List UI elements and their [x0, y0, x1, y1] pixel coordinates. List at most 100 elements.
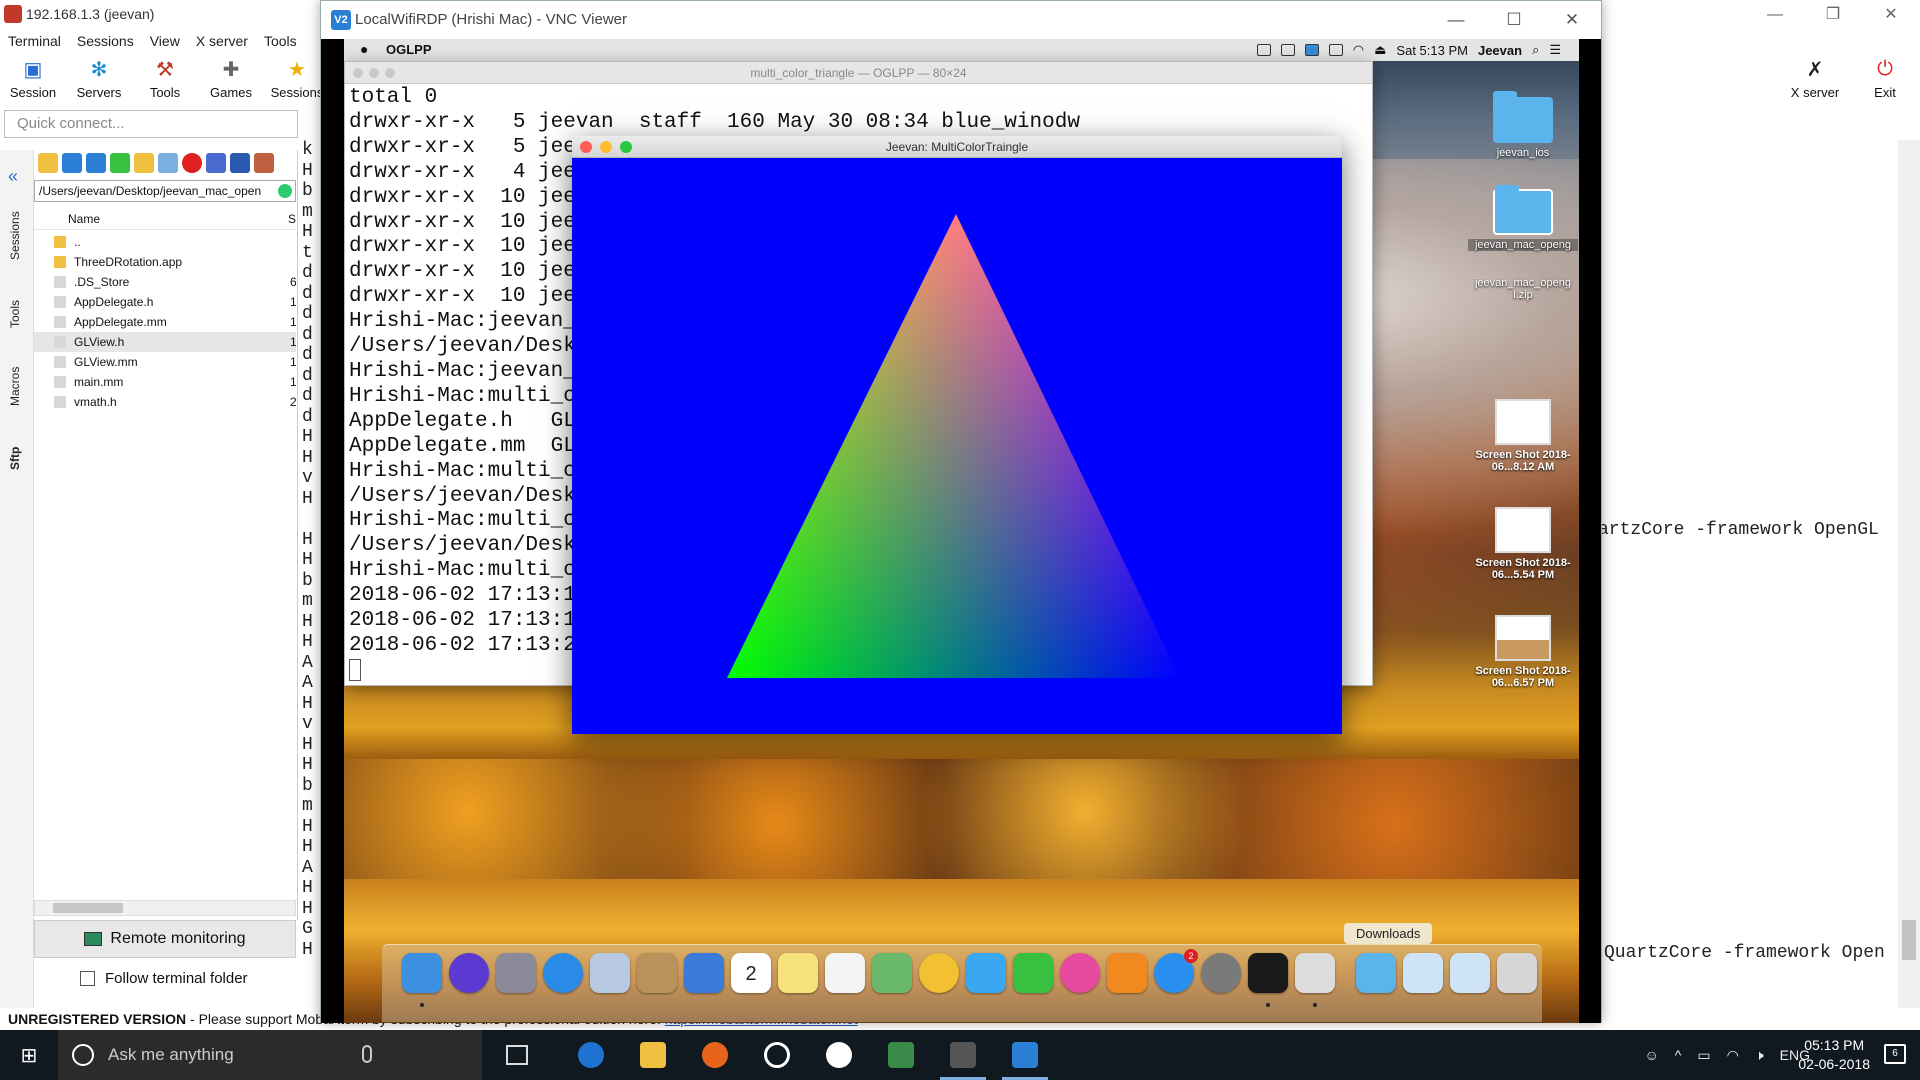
download-icon[interactable] — [62, 153, 82, 173]
calendar-icon[interactable]: 2 — [731, 953, 771, 993]
menu-x-server[interactable]: X server — [188, 30, 256, 52]
maximize-button[interactable]: ❐ — [1804, 0, 1862, 30]
servers-button[interactable]: ✻ Servers — [66, 54, 132, 106]
upload-icon[interactable] — [86, 153, 106, 173]
new-file-icon[interactable] — [158, 153, 178, 173]
tab-tools[interactable]: Tools — [8, 300, 22, 328]
vnc-maximize-button[interactable]: ☐ — [1485, 1, 1543, 39]
terminal-vertical-scrollbar[interactable] — [1898, 140, 1920, 1012]
unknown-app-icon[interactable] — [1295, 953, 1335, 1007]
siri-icon[interactable] — [449, 953, 489, 993]
file-row[interactable]: main.mm 1 — [34, 372, 297, 392]
desktop-folder-jeevan-mac[interactable]: jeevan_mac_openg — [1468, 185, 1578, 251]
wifi-tray-icon[interactable]: ◠ — [1727, 1047, 1739, 1064]
desktop-folder-jeevan-ios[interactable]: jeevan_ios — [1468, 91, 1578, 159]
vnc-close-button[interactable]: ✕ — [1543, 1, 1601, 39]
minimize-button[interactable]: — — [1746, 0, 1804, 30]
taskbar-app-ring[interactable] — [746, 1030, 808, 1080]
taskbar-mobaxterm[interactable] — [932, 1030, 994, 1080]
desktop-screenshot-2[interactable]: Screen Shot 2018-06...5.54 PM — [1468, 507, 1578, 581]
remote-monitoring-button[interactable]: Remote monitoring — [34, 920, 296, 958]
microphone-icon[interactable] — [362, 1045, 372, 1063]
follow-folder-checkbox[interactable] — [80, 971, 95, 986]
horizontal-scrollbar[interactable] — [34, 900, 296, 916]
wifi-icon[interactable]: ◠ — [1353, 42, 1364, 58]
vnc-minimize-button[interactable]: — — [1427, 1, 1485, 39]
action-center-icon[interactable]: 6 — [1884, 1044, 1906, 1064]
documents-stack-icon[interactable] — [1403, 953, 1443, 993]
taskbar-app-chart[interactable] — [870, 1030, 932, 1080]
file-row[interactable]: vmath.h 2 — [34, 392, 297, 412]
refresh-icon[interactable] — [110, 153, 130, 173]
menu-sessions[interactable]: Sessions — [69, 30, 142, 52]
itunes-icon[interactable] — [1060, 953, 1100, 993]
rename-icon[interactable] — [206, 153, 226, 173]
edit-icon[interactable] — [254, 153, 274, 173]
messages-icon[interactable] — [966, 953, 1006, 993]
file-row[interactable]: .DS_Store 6 — [34, 272, 297, 292]
menu-terminal[interactable]: Terminal — [0, 30, 69, 52]
menu-view[interactable]: View — [142, 30, 188, 52]
taskbar-vnc-viewer[interactable] — [994, 1030, 1056, 1080]
show-hidden-icons-icon[interactable]: ^ — [1675, 1047, 1682, 1063]
reminders-icon[interactable] — [825, 953, 865, 993]
column-size[interactable]: S — [288, 212, 296, 226]
remote-mac-desktop[interactable]: ● OGLPP ◠ ⏏ Sat 5:13 PM Jeevan ⌕ ☰ multi… — [344, 39, 1579, 1023]
games-button[interactable]: ✚ Games — [198, 54, 264, 106]
follow-terminal-folder[interactable]: Follow terminal folder — [80, 970, 248, 987]
mac-app-name[interactable]: OGLPP — [386, 42, 432, 57]
quick-connect-input[interactable]: Quick connect... — [4, 110, 298, 138]
vnc-status-icon[interactable] — [1304, 44, 1319, 56]
taskbar-firefox[interactable] — [684, 1030, 746, 1080]
delete-icon[interactable] — [182, 153, 202, 173]
properties-icon[interactable] — [230, 153, 250, 173]
terminal-icon[interactable] — [1248, 953, 1288, 1007]
launchpad-icon[interactable] — [496, 953, 536, 993]
exit-button[interactable]: ⏻ Exit — [1850, 54, 1920, 106]
tools-button[interactable]: ⚒ Tools — [132, 54, 198, 106]
desktop-screenshot-1[interactable]: Screen Shot 2018-06...8.12 AM — [1468, 399, 1578, 473]
folder-up-icon[interactable] — [38, 153, 58, 173]
file-row[interactable]: .. — [34, 232, 296, 252]
menu-tools[interactable]: Tools — [256, 30, 305, 52]
downloads-folder-icon[interactable] — [1356, 953, 1396, 993]
session-button[interactable]: ▣ Session — [0, 54, 66, 106]
notes-icon[interactable] — [778, 953, 818, 993]
x-server-button[interactable]: ✗ X server — [1780, 54, 1850, 106]
safari-icon[interactable] — [543, 953, 583, 993]
taskbar-slack[interactable] — [808, 1030, 870, 1080]
cortana-search-box[interactable]: Ask me anything — [58, 1030, 482, 1080]
file-row[interactable]: GLView.h 1 — [34, 332, 297, 352]
desktop-zip-jeevan-mac[interactable]: jeevan_mac_openg l.zip — [1468, 277, 1578, 301]
app-store-icon[interactable]: 2 — [1154, 949, 1198, 993]
ibooks-icon[interactable] — [1107, 953, 1147, 993]
display-icon[interactable] — [1328, 44, 1343, 56]
new-folder-icon[interactable] — [134, 153, 154, 173]
maps-icon[interactable] — [872, 953, 912, 993]
extension-icon[interactable] — [1280, 44, 1295, 56]
apple-menu-icon[interactable]: ● — [360, 41, 368, 57]
contacts-icon[interactable] — [637, 953, 677, 993]
tab-sessions[interactable]: Sessions — [8, 211, 22, 260]
tab-sftp[interactable]: Sftp — [8, 447, 22, 470]
system-preferences-icon[interactable] — [1201, 953, 1241, 993]
windows-start-button[interactable]: ⊞ — [0, 1030, 58, 1080]
sftp-path-input[interactable]: /Users/jeevan/Desktop/jeevan_mac_open — [34, 180, 296, 202]
finder-icon[interactable] — [402, 953, 442, 1007]
network-icon[interactable] — [1256, 44, 1271, 56]
volume-muted-icon[interactable]: 🕨 — [1755, 1047, 1764, 1064]
mac-clock[interactable]: Sat 5:13 PM — [1396, 43, 1468, 58]
column-name[interactable]: Name — [68, 212, 100, 226]
facetime-icon[interactable] — [1013, 953, 1053, 993]
collapse-chevron-icon[interactable]: « — [8, 166, 18, 187]
mail-icon[interactable] — [590, 953, 630, 993]
file-row[interactable]: AppDelegate.mm 1 — [34, 312, 297, 332]
file-row[interactable]: GLView.mm 1 — [34, 352, 297, 372]
spotlight-icon[interactable]: ⌕ — [1532, 42, 1539, 58]
mac-user[interactable]: Jeevan — [1478, 43, 1522, 58]
people-icon[interactable]: ☺ — [1645, 1047, 1659, 1063]
eject-icon[interactable]: ⏏ — [1374, 42, 1386, 58]
close-button[interactable]: ✕ — [1862, 0, 1920, 30]
opengl-window[interactable]: Jeevan: MultiColorTraingle — [572, 136, 1342, 734]
battery-icon[interactable]: ▭ — [1697, 1047, 1710, 1064]
